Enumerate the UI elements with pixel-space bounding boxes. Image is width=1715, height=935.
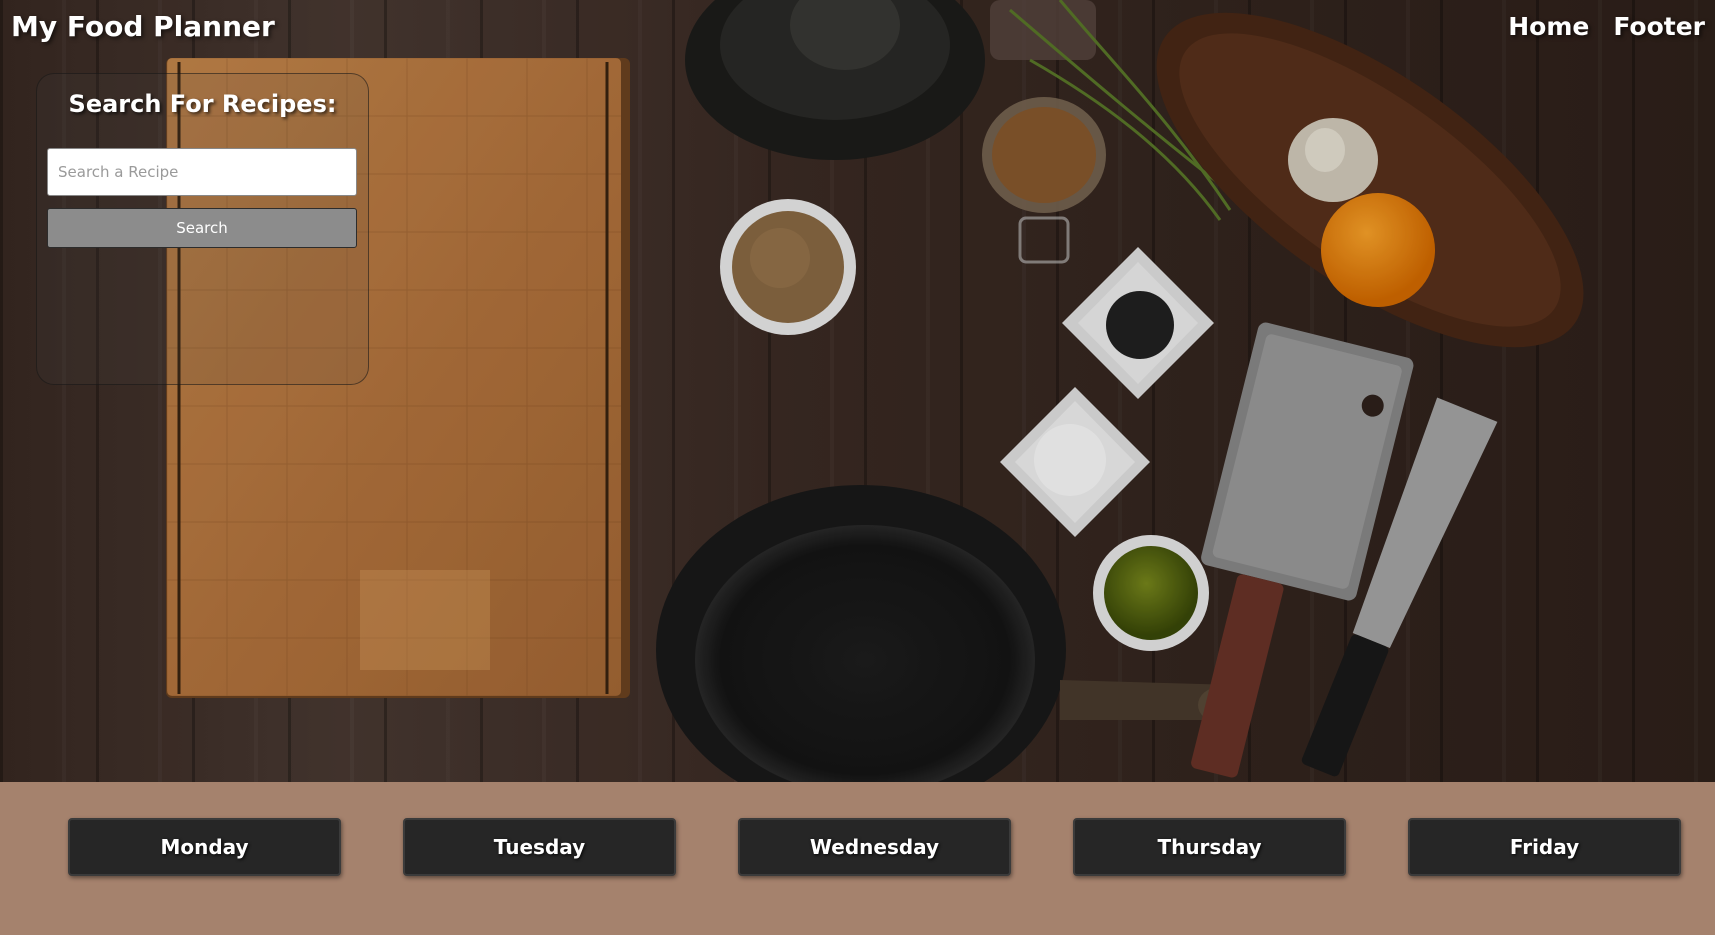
hero-background: My Food Planner Home Footer Search For R… (0, 0, 1715, 782)
site-brand[interactable]: My Food Planner (11, 10, 275, 43)
search-panel-title: Search For Recipes: (68, 90, 337, 118)
day-button-thursday[interactable]: Thursday (1073, 818, 1346, 876)
top-nav: Home Footer (1508, 12, 1705, 41)
day-button-wednesday[interactable]: Wednesday (738, 818, 1011, 876)
nav-link-home[interactable]: Home (1508, 12, 1589, 41)
weekday-strip: Monday Tuesday Wednesday Thursday Friday (0, 782, 1715, 935)
nav-link-footer[interactable]: Footer (1613, 12, 1705, 41)
recipe-search-panel: Search For Recipes: Search (36, 73, 369, 385)
recipe-search-input[interactable] (47, 148, 357, 196)
day-button-monday[interactable]: Monday (68, 818, 341, 876)
search-button[interactable]: Search (47, 208, 357, 248)
day-button-tuesday[interactable]: Tuesday (403, 818, 676, 876)
day-button-friday[interactable]: Friday (1408, 818, 1681, 876)
